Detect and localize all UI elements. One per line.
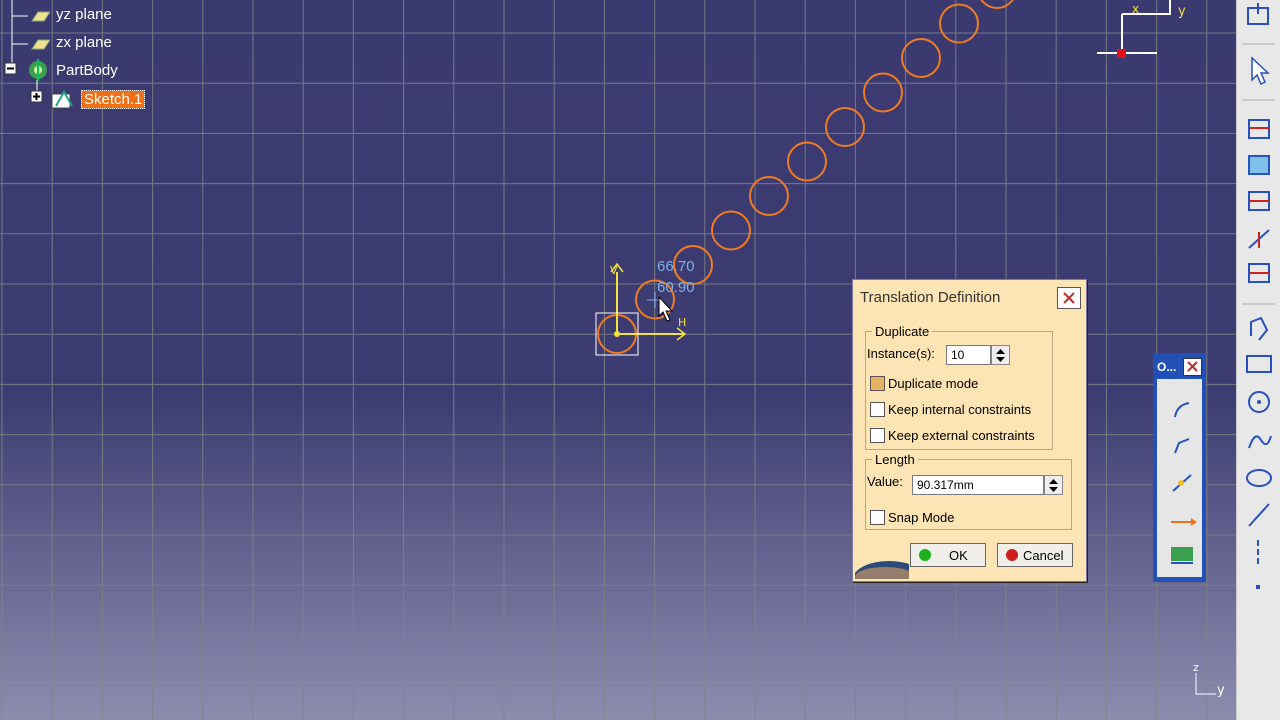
cancel-label: Cancel — [1023, 548, 1064, 563]
expand-icon[interactable] — [30, 90, 44, 104]
ellipse-icon[interactable] — [1246, 469, 1272, 487]
select-arrow-icon[interactable] — [1251, 56, 1270, 86]
spline-icon[interactable] — [1248, 435, 1272, 449]
trim-icon[interactable] — [1172, 474, 1192, 492]
profile-icon[interactable] — [1250, 316, 1269, 341]
mirror-icon[interactable] — [1171, 518, 1197, 526]
dimension-x: 66.70 — [657, 258, 695, 275]
duplicate-circle — [980, 0, 1014, 9]
chamfer-icon[interactable] — [1174, 438, 1190, 454]
dialog-title-bar[interactable]: Translation Definition — [853, 280, 1086, 314]
instances-input[interactable] — [946, 345, 991, 365]
duplicate-circle — [901, 38, 941, 78]
plane-icon — [31, 39, 50, 50]
duplicate-circle — [711, 210, 751, 251]
right-toolbar — [1236, 0, 1280, 720]
length-group-label: Length — [875, 452, 915, 467]
corner-z-label: z — [1193, 661, 1199, 674]
keep-external-label: Keep external constraints — [888, 428, 1035, 443]
translation-definition-dialog: Translation Definition Duplicate Instanc… — [852, 279, 1087, 582]
floating-toolbar-close-button[interactable] — [1183, 358, 1202, 376]
duplicate-circle — [863, 72, 903, 113]
duplicate-mode-label: Duplicate mode — [888, 376, 979, 391]
duplicate-circle — [749, 176, 789, 216]
tree-item-partbody[interactable]: PartBody — [56, 62, 118, 79]
value-label: Value: — [867, 474, 903, 489]
corner-icon[interactable] — [1174, 402, 1190, 418]
compass-y-label: y — [1178, 4, 1186, 19]
spinner-arrows-icon — [1049, 479, 1058, 492]
instances-spinner[interactable] — [991, 345, 1010, 365]
globe-decoration-icon — [855, 561, 909, 579]
duplicate-group-label: Duplicate — [875, 324, 930, 339]
corner-y-label: y — [1217, 683, 1225, 698]
duplicate-circle — [939, 3, 979, 44]
floating-toolbar-title[interactable]: O... — [1157, 360, 1176, 374]
sketch-icon — [51, 89, 73, 109]
keep-external-checkbox[interactable] — [870, 428, 885, 443]
project-3d-icon[interactable] — [1171, 547, 1193, 564]
duplicate-circle — [825, 107, 865, 147]
tree-item-sketch[interactable]: Sketch.1 — [81, 90, 146, 109]
dialog-title: Translation Definition — [860, 289, 1001, 306]
close-icon — [1063, 292, 1075, 304]
partbody-icon — [29, 59, 47, 81]
tree-item-yz-plane[interactable]: yz plane — [56, 6, 112, 23]
contact-constraint-icon[interactable] — [1248, 155, 1270, 175]
compass-x-label: x — [1132, 2, 1139, 16]
spinner-arrows-icon — [996, 349, 1005, 362]
cancel-button[interactable]: Cancel — [997, 543, 1073, 567]
axis-h-label: H — [678, 316, 686, 329]
length-spinner[interactable] — [1044, 475, 1063, 495]
duplicate-mode-checkbox[interactable] — [870, 376, 885, 391]
3d-viewport[interactable]: V H 66.70 60.90 x y z y yz plane zx plan… — [0, 0, 1236, 720]
ok-label: OK — [949, 548, 968, 563]
collapse-icon[interactable] — [4, 62, 18, 76]
axis-v-label: V — [610, 264, 618, 277]
auto-constraint-icon[interactable] — [1248, 229, 1270, 249]
close-button[interactable] — [1057, 287, 1081, 309]
fix-together-icon[interactable] — [1248, 191, 1270, 211]
tree-item-zx-plane[interactable]: zx plane — [56, 34, 112, 51]
line-icon[interactable] — [1248, 503, 1270, 527]
circle-icon[interactable] — [1248, 391, 1270, 413]
export-icon[interactable] — [1247, 3, 1269, 25]
point-icon[interactable] — [1256, 585, 1260, 589]
ok-button[interactable]: OK — [910, 543, 986, 567]
snap-mode-checkbox[interactable] — [870, 510, 885, 525]
keep-internal-checkbox[interactable] — [870, 402, 885, 417]
cancel-icon — [1006, 549, 1018, 561]
floating-toolbar: O... — [1153, 353, 1206, 582]
snap-mode-label: Snap Mode — [888, 510, 955, 525]
close-icon — [1187, 361, 1198, 372]
ok-icon — [919, 549, 931, 561]
instances-label: Instance(s): — [867, 346, 935, 361]
duplicate-circle — [787, 141, 827, 182]
animate-constraint-icon[interactable] — [1248, 263, 1270, 283]
rectangle-icon[interactable] — [1246, 355, 1272, 373]
plane-icon — [31, 11, 50, 22]
keep-internal-label: Keep internal constraints — [888, 402, 1032, 417]
constraint-icon[interactable] — [1248, 119, 1270, 139]
floating-toolbar-body — [1157, 379, 1202, 577]
axis-triad-icon — [1195, 673, 1216, 695]
dimension-y: 60.90 — [657, 279, 695, 296]
length-value-input[interactable] — [912, 475, 1044, 495]
